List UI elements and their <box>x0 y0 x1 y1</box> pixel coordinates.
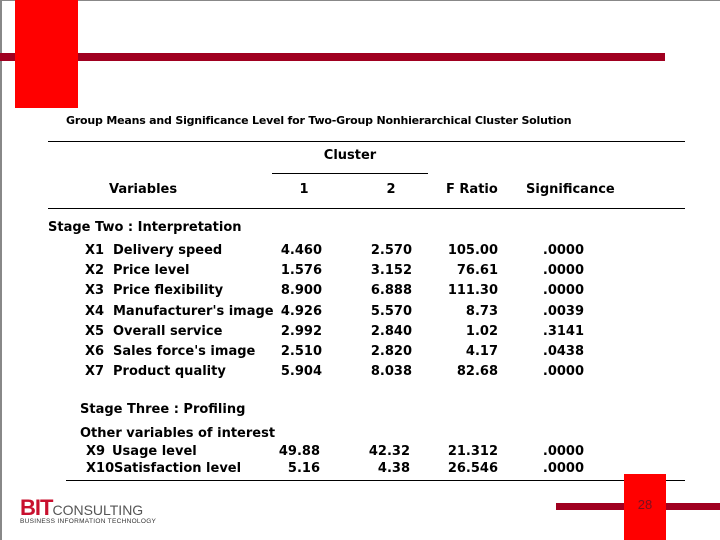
cluster-1-mean: 2.510 <box>280 344 322 359</box>
variable-name: Delivery speed <box>113 243 223 258</box>
significance-value: .0000 <box>542 364 584 380</box>
significance-value: .0000 <box>542 283 584 299</box>
bit-consulting-logo: BITCONSULTING BUSINESS INFORMATION TECHN… <box>20 495 156 525</box>
significance-value: .3141 <box>542 323 584 339</box>
cluster-1-mean: 8.900 <box>280 283 322 299</box>
cluster-1-mean: 1.576 <box>280 263 322 279</box>
variable-name: Satisfaction level <box>114 460 242 476</box>
variable-code: X2 <box>85 263 105 279</box>
cluster-2-mean: 4.38 <box>377 460 410 476</box>
cluster-2-mean: 3.152 <box>370 263 412 279</box>
decorative-top-block <box>15 0 78 108</box>
variable-code: X7 <box>85 364 105 380</box>
variable-code: X10 <box>86 460 115 476</box>
cluster-1-mean: 4.460 <box>280 243 322 258</box>
significance-value: .0438 <box>542 344 584 359</box>
variable-name: Price level <box>113 263 190 279</box>
f-ratio-value: 76.61 <box>456 263 498 279</box>
slide-frame-top <box>0 0 720 1</box>
variable-code: X6 <box>85 344 105 359</box>
variable-name: Product quality <box>113 364 226 380</box>
variable-code: X9 <box>86 444 106 459</box>
header-significance: Significance <box>526 182 615 197</box>
stage-two-label: Stage Two : Interpretation <box>48 220 242 235</box>
page-number: 28 <box>637 497 653 512</box>
header-cluster-1: 1 <box>299 182 309 197</box>
significance-value: .0000 <box>542 243 584 258</box>
cluster-1-mean: 5.16 <box>287 460 320 476</box>
variable-name: Usage level <box>112 444 197 459</box>
cluster-1-mean: 2.992 <box>280 323 322 339</box>
cluster-2-mean: 6.888 <box>370 283 412 299</box>
f-ratio-value: 82.68 <box>456 364 498 380</box>
significance-value: .0039 <box>542 303 584 319</box>
logo-consulting-text: CONSULTING <box>52 502 144 518</box>
f-ratio-value: 26.546 <box>447 460 498 476</box>
f-ratio-value: 4.17 <box>465 344 498 359</box>
stage-three-label: Stage Three : Profiling <box>80 402 246 417</box>
decorative-top-bar <box>0 53 665 61</box>
f-ratio-value: 1.02 <box>465 323 498 339</box>
cluster-2-mean: 5.570 <box>370 303 412 319</box>
header-variables: Variables <box>109 182 178 197</box>
header-cluster: Cluster <box>323 148 377 163</box>
significance-value: .0000 <box>542 460 584 476</box>
variable-name: Price flexibility <box>113 283 224 299</box>
variable-code: X3 <box>85 283 105 299</box>
cluster-2-mean: 2.840 <box>370 323 412 339</box>
cluster-2-mean: 2.820 <box>370 344 412 359</box>
cluster-2-mean: 42.32 <box>368 444 410 459</box>
cluster-1-mean: 49.88 <box>278 444 320 459</box>
logo-tagline: BUSINESS INFORMATION TECHNOLOGY <box>20 518 157 525</box>
cluster-2-mean: 8.038 <box>370 364 412 380</box>
slide-title: Group Means and Significance Level for T… <box>66 114 572 127</box>
logo-bit-text: BIT <box>20 495 53 520</box>
table-header-rule <box>48 208 685 209</box>
f-ratio-value: 111.30 <box>447 283 498 299</box>
table-bottom-rule <box>66 480 685 481</box>
f-ratio-value: 105.00 <box>447 243 498 258</box>
header-cluster-2: 2 <box>386 182 396 197</box>
significance-value: .0000 <box>542 263 584 279</box>
header-f-ratio: F Ratio <box>446 182 498 197</box>
cluster-2-mean: 2.570 <box>370 243 412 258</box>
variable-code: X4 <box>85 303 105 319</box>
variable-name: Overall service <box>113 323 223 339</box>
variable-code: X1 <box>85 243 105 258</box>
f-ratio-value: 8.73 <box>465 303 498 319</box>
cluster-1-mean: 4.926 <box>280 303 322 319</box>
cluster-1-mean: 5.904 <box>280 364 322 380</box>
slide-frame-left <box>0 0 2 540</box>
stage-three-sublabel: Other variables of interest <box>80 426 276 441</box>
variable-code: X5 <box>85 323 105 339</box>
variable-name: Sales force's image <box>113 344 256 359</box>
cluster-underline <box>272 173 428 174</box>
table-top-rule <box>48 141 685 142</box>
f-ratio-value: 21.312 <box>447 444 498 459</box>
significance-value: .0000 <box>542 444 584 459</box>
